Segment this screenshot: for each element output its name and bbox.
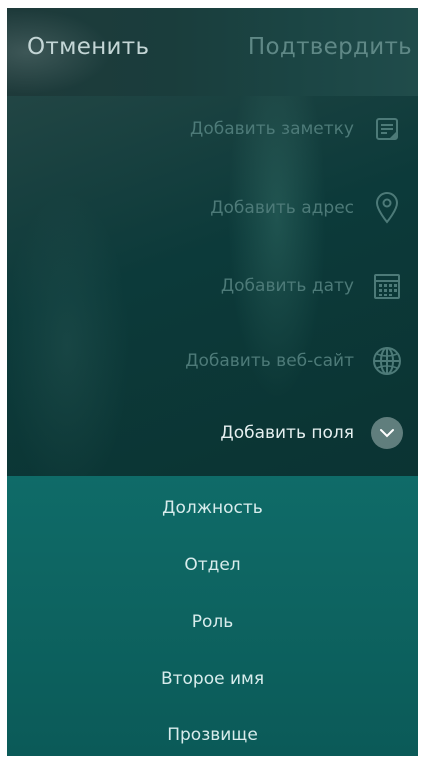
location-pin-icon (370, 191, 404, 225)
contact-edit-screen: Отменить Подтвердить Добавить заметку До… (7, 8, 418, 756)
menu-item-role[interactable]: Роль (7, 594, 418, 650)
add-note-action[interactable]: Добавить заметку (190, 109, 404, 149)
add-website-label: Добавить веб-сайт (185, 351, 354, 371)
add-fields-icon-wrap (370, 416, 404, 450)
menu-item-department[interactable]: Отдел (7, 537, 418, 593)
add-address-label: Добавить адрес (210, 198, 354, 218)
confirm-button[interactable]: Подтвердить (248, 34, 412, 60)
note-icon (370, 112, 404, 146)
calendar-icon (370, 269, 404, 303)
add-website-action[interactable]: Добавить веб-сайт (185, 341, 404, 381)
add-fields-label: Добавить поля (220, 423, 354, 443)
add-fields-toggle[interactable]: Добавить поля (220, 413, 404, 453)
cancel-button[interactable]: Отменить (27, 34, 149, 60)
add-fields-menu: Должность Отдел Роль Второе имя Прозвище (7, 476, 418, 756)
add-date-action[interactable]: Добавить дату (221, 266, 404, 306)
chevron-down-icon (371, 417, 403, 449)
menu-item-nickname[interactable]: Прозвище (7, 707, 418, 756)
dialog-header: Отменить Подтвердить (7, 8, 418, 96)
menu-item-middle-name[interactable]: Второе имя (7, 651, 418, 707)
add-date-label: Добавить дату (220, 276, 354, 296)
globe-icon (370, 344, 404, 378)
menu-item-job-title[interactable]: Должность (7, 480, 418, 536)
add-address-action[interactable]: Добавить адрес (210, 188, 404, 228)
add-note-label: Добавить заметку (190, 119, 354, 139)
